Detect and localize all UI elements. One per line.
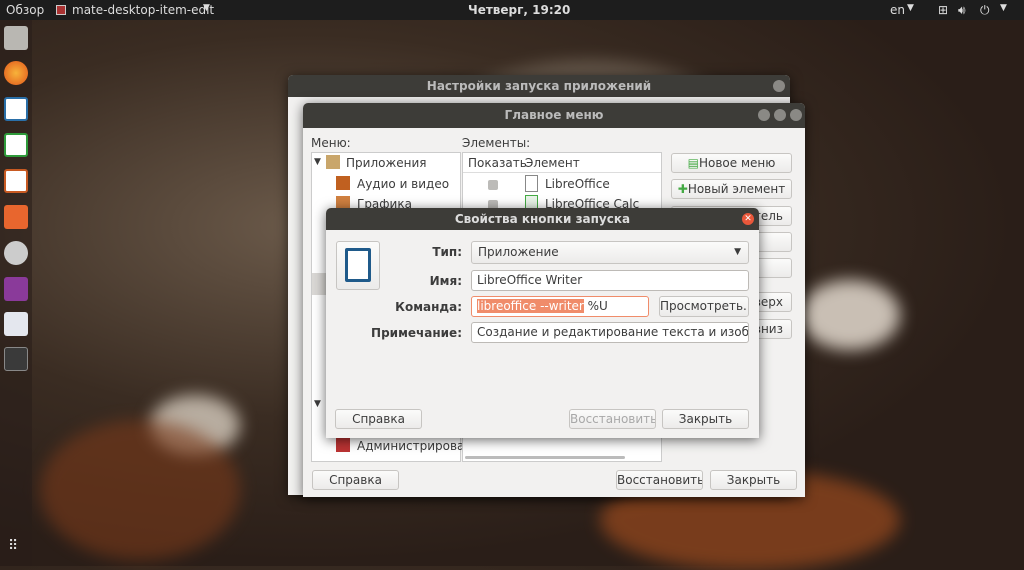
menu-label: Меню:: [311, 136, 351, 150]
applications-icon: [326, 155, 340, 169]
power-icon[interactable]: ⏻: [980, 3, 990, 18]
command-label: Команда:: [395, 300, 462, 314]
libreoffice-calc-icon[interactable]: [4, 133, 28, 157]
expander-icon[interactable]: ▼: [314, 157, 321, 167]
file-cabinet-icon[interactable]: [4, 26, 28, 50]
name-input[interactable]: LibreOffice Writer: [471, 270, 749, 291]
column-header-element[interactable]: Элемент: [525, 156, 580, 170]
app-icon: [56, 5, 66, 15]
libreoffice-writer-icon: [345, 248, 371, 282]
libreoffice-impress-icon[interactable]: [4, 169, 28, 193]
type-dropdown[interactable]: Приложение ▼: [471, 241, 749, 264]
admin-icon: [336, 438, 350, 452]
chevron-down-icon: ▼: [203, 3, 210, 13]
close-button[interactable]: Закрыть: [662, 409, 749, 429]
firefox-icon[interactable]: [4, 61, 28, 85]
software-center-icon[interactable]: [4, 205, 28, 229]
screenshot-app-icon[interactable]: [4, 347, 28, 371]
name-label: Имя:: [429, 274, 462, 288]
network-icon[interactable]: ⊞: [938, 3, 948, 17]
libreoffice-icon: [525, 175, 538, 192]
new-menu-icon: ▤: [687, 156, 699, 170]
close-icon[interactable]: [773, 80, 785, 92]
help-button[interactable]: Справка: [335, 409, 422, 429]
horizontal-scrollbar[interactable]: [465, 456, 625, 459]
minimize-icon[interactable]: [758, 109, 770, 121]
comment-label: Примечание:: [371, 326, 462, 340]
table-row[interactable]: LibreOffice: [545, 177, 610, 191]
launcher-dock: ⠿: [0, 20, 32, 566]
column-header-show[interactable]: Показать: [468, 156, 527, 170]
selected-text: libreoffice --writer: [477, 299, 584, 313]
elements-label: Элементы:: [462, 136, 531, 150]
tree-item[interactable]: Аудио и видео: [357, 177, 449, 191]
volume-icon[interactable]: 🔊︎: [958, 3, 966, 18]
new-menu-button[interactable]: ▤Новое меню: [671, 153, 792, 173]
clock[interactable]: Четверг, 19:20: [468, 3, 570, 17]
close-icon[interactable]: [790, 109, 802, 121]
help-button[interactable]: Справка: [312, 470, 399, 490]
remote-desktop-icon[interactable]: [4, 277, 28, 301]
app-menu[interactable]: mate-desktop-item-edit: [72, 3, 214, 17]
system-settings-icon[interactable]: [4, 241, 28, 265]
type-label: Тип:: [432, 245, 462, 259]
libreoffice-writer-icon[interactable]: [4, 97, 28, 121]
multimedia-icon: [336, 176, 350, 190]
chevron-down-icon: ▼: [907, 3, 914, 13]
close-icon[interactable]: ✕: [742, 213, 754, 225]
window-title: Настройки запуска приложений: [288, 75, 790, 97]
close-button[interactable]: Закрыть: [710, 470, 797, 490]
comment-input[interactable]: Создание и редактирование текста и изобр…: [471, 322, 749, 343]
top-bar: Обзор mate-desktop-item-edit ▼ Четверг, …: [0, 0, 1024, 20]
expander-icon[interactable]: ▼: [314, 399, 321, 409]
chevron-down-icon: ▼: [1000, 3, 1007, 13]
maximize-icon[interactable]: [774, 109, 786, 121]
window-title: Главное меню: [303, 103, 805, 128]
plus-icon: ✚: [677, 182, 688, 196]
overview-button[interactable]: Обзор: [6, 3, 44, 17]
dropdown-arrow-icon: ▼: [734, 247, 741, 257]
show-checkbox[interactable]: [488, 180, 498, 190]
command-input[interactable]: libreoffice --writer %U: [471, 296, 649, 317]
tree-item[interactable]: Приложения: [346, 156, 427, 170]
apps-grid-icon[interactable]: ⠿: [8, 538, 18, 554]
language-indicator[interactable]: en: [890, 3, 905, 17]
revert-button: Восстановить: [569, 409, 656, 429]
revert-button[interactable]: Восстановить: [616, 470, 703, 490]
new-item-button[interactable]: ✚Новый элемент: [671, 179, 792, 199]
launcher-icon-button[interactable]: [336, 241, 380, 290]
text-editor-icon[interactable]: [4, 312, 28, 336]
launcher-properties-dialog: Свойства кнопки запуска ✕ Тип: Приложени…: [326, 208, 759, 438]
dialog-title: Свойства кнопки запуска: [326, 208, 759, 230]
browse-button[interactable]: Просмотреть...: [659, 296, 749, 317]
table-header: Показать Элемент: [463, 153, 661, 173]
